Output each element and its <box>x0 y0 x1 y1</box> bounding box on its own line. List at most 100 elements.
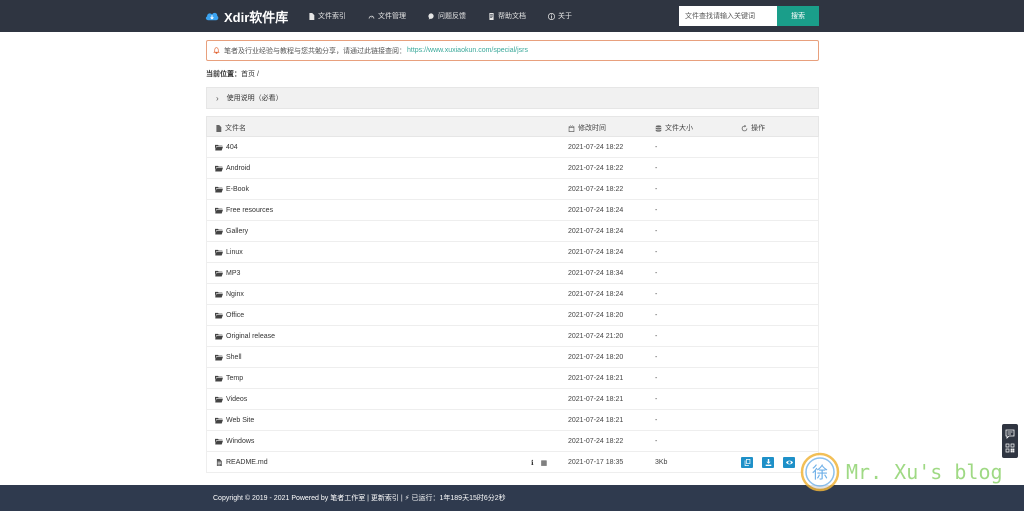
folder-name: Windows <box>226 438 255 445</box>
folder-name: Office <box>226 312 245 319</box>
folder-name-cell[interactable]: E-Book <box>215 186 249 193</box>
nav-feedback[interactable]: 问题反馈 <box>428 11 466 21</box>
folder-size: - <box>655 438 658 445</box>
folder-size: - <box>655 354 658 361</box>
table-row[interactable]: Original release 2021-07-24 21:20 - <box>206 326 819 347</box>
folder-modified: 2021-07-24 18:22 <box>568 438 624 445</box>
folder-icon <box>215 312 223 319</box>
footer-text: Copyright © 2019 - 2021 Powered by 笔者工作室… <box>213 495 506 502</box>
table-row[interactable]: Windows 2021-07-24 18:22 - <box>206 431 819 452</box>
folder-name-cell[interactable]: Gallery <box>215 228 248 235</box>
folder-icon <box>215 228 223 235</box>
folder-modified: 2021-07-24 18:20 <box>568 312 624 319</box>
header-size[interactable]: 文件大小 <box>655 123 693 133</box>
file-name: README.md <box>226 459 268 466</box>
folder-name-cell[interactable]: Android <box>215 165 250 172</box>
instructions-label: 使用说明（必看） <box>226 95 283 102</box>
table-row-file[interactable]: README.md ℹ ▦ 2021-07-17 18:35 3Kb <box>206 452 819 473</box>
qrcode-icon[interactable]: ▦ <box>541 459 548 467</box>
folder-name: E-Book <box>226 186 249 193</box>
folder-size: - <box>655 417 658 424</box>
table-row[interactable]: MP3 2021-07-24 18:34 - <box>206 263 819 284</box>
file-name-cell[interactable]: README.md <box>215 459 268 466</box>
folder-name-cell[interactable]: Office <box>215 312 244 319</box>
folder-name-cell[interactable]: 404 <box>215 144 238 151</box>
comment-icon <box>428 12 434 20</box>
search-input[interactable] <box>679 6 777 26</box>
chevron-right-icon: › <box>216 93 219 103</box>
brand-logo[interactable]: Xdir软件库 <box>205 7 288 25</box>
preview-button[interactable] <box>783 457 795 468</box>
folder-name: MP3 <box>226 270 241 277</box>
folder-name-cell[interactable]: Original release <box>215 333 275 340</box>
folder-icon <box>215 144 223 151</box>
refresh-icon <box>741 124 748 131</box>
copy-link-button[interactable] <box>741 457 753 468</box>
folder-name-cell[interactable]: Windows <box>215 438 254 445</box>
table-row[interactable]: Android 2021-07-24 18:22 - <box>206 158 819 179</box>
download-button[interactable] <box>762 457 774 468</box>
folder-name-cell[interactable]: Web Site <box>215 417 254 424</box>
table-row[interactable]: 404 2021-07-24 18:22 - <box>206 137 819 158</box>
folder-modified: 2021-07-24 18:24 <box>568 228 624 235</box>
folder-modified: 2021-07-24 18:21 <box>568 375 624 382</box>
side-float-widget[interactable] <box>1002 424 1018 458</box>
folder-name: 404 <box>226 144 238 151</box>
table-row[interactable]: Web Site 2021-07-24 18:21 - <box>206 410 819 431</box>
table-row[interactable]: Office 2021-07-24 18:20 - <box>206 305 819 326</box>
folder-modified: 2021-07-24 18:34 <box>568 270 624 277</box>
folder-name: Original release <box>226 333 276 340</box>
table-row[interactable]: Gallery 2021-07-24 18:24 - <box>206 221 819 242</box>
folder-icon <box>215 396 223 403</box>
folder-icon <box>215 375 223 382</box>
nav-file-manage[interactable]: 文件管理 <box>368 11 406 21</box>
folder-name-cell[interactable]: Shell <box>215 354 242 361</box>
info-icon[interactable]: ℹ <box>531 459 534 467</box>
table-row[interactable]: Shell 2021-07-24 18:20 - <box>206 347 819 368</box>
nav-about[interactable]: 关于 <box>548 11 572 21</box>
folder-size: - <box>655 375 658 382</box>
table-row[interactable]: Temp 2021-07-24 18:21 - <box>206 368 819 389</box>
folder-name-cell[interactable]: Videos <box>215 396 247 403</box>
nav-file-index[interactable]: 文件索引 <box>308 11 346 21</box>
blog-logo-icon: 徐 <box>800 452 840 492</box>
nav-help-docs[interactable]: 帮助文档 <box>488 11 526 21</box>
folder-name-cell[interactable]: Temp <box>215 375 243 382</box>
folder-icon <box>215 270 223 277</box>
database-icon <box>655 124 662 132</box>
table-row[interactable]: E-Book 2021-07-24 18:22 - <box>206 179 819 200</box>
instructions-panel[interactable]: › 使用说明（必看） <box>206 87 819 109</box>
folder-name-cell[interactable]: MP3 <box>215 270 240 277</box>
header-name[interactable]: 文件名 <box>215 123 246 133</box>
qrcode-icon[interactable] <box>1005 443 1015 453</box>
table-row[interactable]: Free resources 2021-07-24 18:24 - <box>206 200 819 221</box>
doc-icon <box>489 12 494 20</box>
folder-name: Shell <box>226 354 242 361</box>
search-button[interactable]: 搜索 <box>777 6 819 26</box>
folder-size: - <box>655 291 658 298</box>
folder-name: Web Site <box>226 417 255 424</box>
message-icon[interactable] <box>1005 429 1015 439</box>
top-navbar: Xdir软件库 文件索引 文件管理 问题反馈 帮助文档 关于 搜索 <box>0 0 1024 32</box>
eye-icon <box>785 460 793 465</box>
folder-name-cell[interactable]: Free resources <box>215 207 273 214</box>
file-size: 3Kb <box>655 459 668 466</box>
table-row[interactable]: Linux 2021-07-24 18:24 - <box>206 242 819 263</box>
folder-icon <box>215 354 223 361</box>
table-row[interactable]: Videos 2021-07-24 18:21 - <box>206 389 819 410</box>
notice-link[interactable]: https://www.xuxiaokun.com/special/jsrs <box>407 47 528 54</box>
folder-icon <box>215 186 223 193</box>
folder-name: Nginx <box>226 291 244 298</box>
main-nav: 文件索引 文件管理 问题反馈 帮助文档 关于 <box>308 11 594 21</box>
folder-size: - <box>655 396 658 403</box>
folder-modified: 2021-07-24 21:20 <box>568 333 624 340</box>
folder-name: Linux <box>226 249 243 256</box>
download-icon <box>765 459 771 466</box>
file-tools: ℹ ▦ <box>531 459 554 467</box>
folder-modified: 2021-07-24 18:20 <box>568 354 624 361</box>
table-row[interactable]: Nginx 2021-07-24 18:24 - <box>206 284 819 305</box>
breadcrumb-home[interactable]: 首页 / <box>241 71 259 78</box>
folder-name-cell[interactable]: Nginx <box>215 291 244 298</box>
header-modified[interactable]: 修改时间 <box>568 123 606 133</box>
folder-name-cell[interactable]: Linux <box>215 249 243 256</box>
